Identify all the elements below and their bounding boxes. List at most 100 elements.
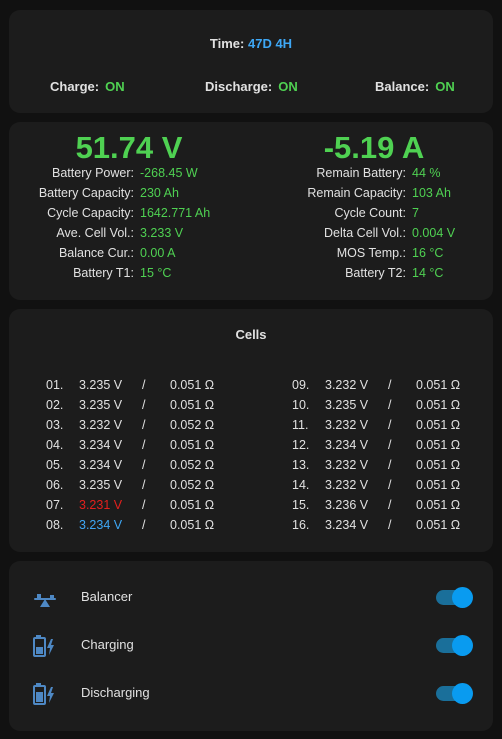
- cell-resistance: 0.051 Ω: [416, 458, 461, 472]
- cell-number: 10.: [292, 398, 310, 412]
- cell-separator: /: [388, 398, 392, 412]
- cell-row: 10. 3.235 V / 0.051 Ω: [292, 398, 492, 418]
- cell-resistance: 0.051 Ω: [170, 378, 215, 392]
- toggles-card: Balancer Charging Discharging: [9, 561, 493, 731]
- charge-label: Charge:: [50, 79, 100, 94]
- metric-label: Battery Power:: [52, 166, 134, 180]
- total-voltage: 51.74 V: [75, 130, 183, 165]
- cell-row: 16. 3.234 V / 0.051 Ω: [292, 518, 492, 538]
- cell-row: 12. 3.234 V / 0.051 Ω: [292, 438, 492, 458]
- cell-number: 12.: [292, 438, 310, 452]
- cell-separator: /: [142, 438, 146, 452]
- metric-label: Remain Capacity:: [307, 186, 406, 200]
- cell-resistance: 0.052 Ω: [170, 478, 215, 492]
- metric-label: Battery T2:: [345, 266, 406, 280]
- cell-voltage: 3.232 V: [325, 418, 369, 432]
- cell-separator: /: [388, 478, 392, 492]
- cell-voltage: 3.232 V: [79, 418, 123, 432]
- cell-voltage: 3.234 V: [325, 518, 369, 532]
- metric-label: Delta Cell Vol.:: [324, 226, 406, 240]
- cell-number: 09.: [292, 378, 310, 392]
- cell-voltage: 3.232 V: [325, 378, 369, 392]
- cell-separator: /: [142, 498, 146, 512]
- switch-knob: [452, 635, 473, 656]
- cell-number: 15.: [292, 498, 310, 512]
- metric-label: Ave. Cell Vol.:: [56, 226, 134, 240]
- cell-number: 06.: [46, 478, 64, 492]
- switch-knob: [452, 587, 473, 608]
- balancer-label: Balancer: [81, 589, 133, 604]
- cell-number: 11.: [292, 418, 309, 432]
- cell-voltage: 3.234 V: [79, 438, 123, 452]
- cell-resistance: 0.051 Ω: [170, 438, 215, 452]
- status-card: Time: 47D 4H Charge: ON Discharge: ON Bala…: [9, 10, 493, 113]
- cell-voltage: 3.234 V: [79, 518, 123, 532]
- metric-value: 3.233 V: [140, 226, 184, 240]
- cell-separator: /: [388, 378, 392, 392]
- cell-row: 05. 3.234 V / 0.052 Ω: [46, 458, 246, 478]
- cell-separator: /: [142, 398, 146, 412]
- cell-row: 13. 3.232 V / 0.051 Ω: [292, 458, 492, 478]
- discharging-switch[interactable]: [436, 683, 473, 704]
- cell-row: 15. 3.236 V / 0.051 Ω: [292, 498, 492, 518]
- cell-row: 07. 3.231 V / 0.051 Ω: [46, 498, 246, 518]
- cell-separator: /: [388, 418, 392, 432]
- charge-status: Charge: ON: [50, 79, 125, 94]
- cell-number: 13.: [292, 458, 310, 472]
- cell-number: 04.: [46, 438, 64, 452]
- charging-row: Charging: [9, 625, 493, 665]
- cell-resistance: 0.051 Ω: [416, 378, 461, 392]
- cell-resistance: 0.051 Ω: [416, 498, 461, 512]
- cell-separator: /: [388, 498, 392, 512]
- balance-label: Balance:: [375, 79, 430, 94]
- cell-separator: /: [142, 458, 146, 472]
- seesaw-icon: [34, 594, 56, 607]
- cell-voltage: 3.235 V: [79, 398, 123, 412]
- cell-voltage: 3.232 V: [325, 478, 369, 492]
- metric-value: 0.00 A: [140, 246, 176, 260]
- metric-label: Battery Capacity:: [38, 186, 134, 200]
- balancer-switch[interactable]: [436, 587, 473, 608]
- metric-value: 103 Ah: [412, 186, 451, 200]
- metric-label: MOS Temp.:: [336, 246, 406, 260]
- metric-value: 14 °C: [412, 266, 444, 280]
- time-label: Time:: [209, 36, 245, 51]
- metric-value: 44 %: [412, 166, 441, 180]
- cell-separator: /: [142, 518, 146, 532]
- metric-value: -268.45 W: [140, 166, 198, 180]
- cell-row: 06. 3.235 V / 0.052 Ω: [46, 478, 246, 498]
- summary-card: 51.74 V -5.19 A Battery Power: -268.45 W B…: [9, 122, 493, 300]
- cell-number: 02.: [46, 398, 64, 412]
- metric-value: 16 °C: [412, 246, 444, 260]
- cell-resistance: 0.051 Ω: [416, 418, 461, 432]
- cell-row: 02. 3.235 V / 0.051 Ω: [46, 398, 246, 418]
- cell-row: 08. 3.234 V / 0.051 Ω: [46, 518, 246, 538]
- metric-label: Cycle Capacity:: [47, 206, 134, 220]
- metric-label: Balance Cur.:: [58, 246, 134, 260]
- time-value: 47D 4H: [247, 36, 293, 51]
- metric-value: 230 Ah: [140, 186, 179, 200]
- cell-resistance: 0.051 Ω: [416, 438, 461, 452]
- cell-voltage: 3.235 V: [79, 478, 123, 492]
- cell-resistance: 0.051 Ω: [416, 478, 461, 492]
- cell-voltage: 3.231 V: [79, 498, 123, 512]
- metric-value: 15 °C: [140, 266, 172, 280]
- cell-voltage: 3.232 V: [325, 458, 369, 472]
- charging-switch[interactable]: [436, 635, 473, 656]
- discharge-status: Discharge: ON: [205, 79, 298, 94]
- battery-charging-icon: [33, 635, 54, 657]
- discharge-value: ON: [278, 79, 298, 94]
- cell-voltage: 3.235 V: [79, 378, 123, 392]
- metric-label: Remain Battery:: [316, 166, 406, 180]
- cell-number: 14.: [292, 478, 310, 492]
- time-row: Time: 47D 4H: [9, 36, 493, 51]
- charging-label: Charging: [81, 637, 134, 652]
- metric-label: Cycle Count:: [334, 206, 406, 220]
- cell-row: 04. 3.234 V / 0.051 Ω: [46, 438, 246, 458]
- cell-row: 14. 3.232 V / 0.051 Ω: [292, 478, 492, 498]
- cell-voltage: 3.234 V: [325, 438, 369, 452]
- cell-separator: /: [142, 418, 146, 432]
- cell-resistance: 0.051 Ω: [170, 498, 215, 512]
- cell-number: 07.: [46, 498, 64, 512]
- cell-number: 01.: [46, 378, 64, 392]
